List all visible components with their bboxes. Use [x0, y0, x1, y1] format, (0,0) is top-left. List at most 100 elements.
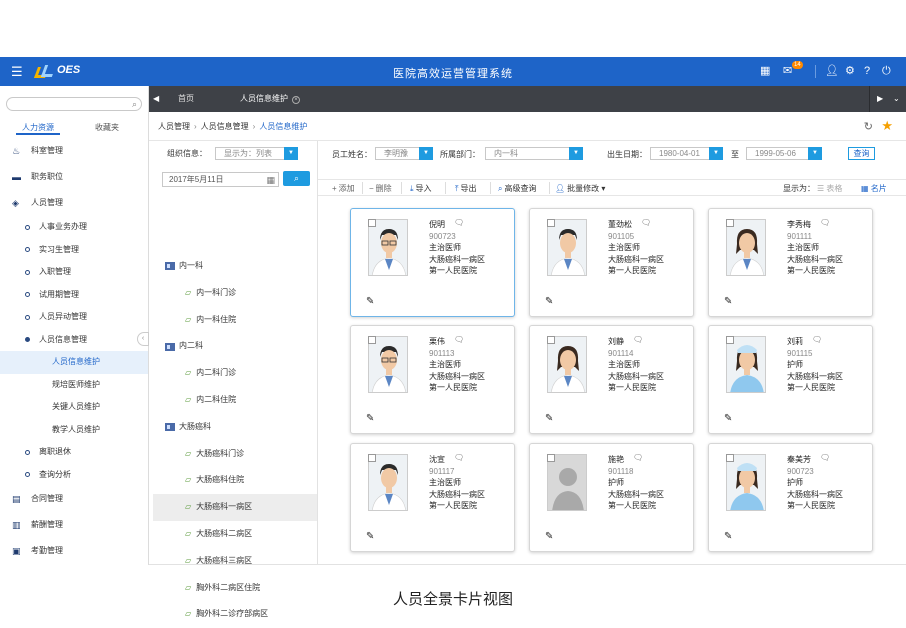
message-icon[interactable]: 🗨︎ [454, 453, 464, 462]
add-button[interactable]: + 添加 [332, 183, 355, 194]
favorite-star-icon[interactable]: ★ [881, 118, 893, 134]
sidebar-sub-transfer[interactable]: 人员异动管理 [0, 306, 148, 329]
edit-icon[interactable]: ✎ [366, 413, 374, 424]
collapse-sidebar-button[interactable]: ‹ [137, 332, 149, 346]
tree-leaf-item[interactable]: ▱ 大肠癌科三病区 [153, 548, 317, 575]
tree-leaf-item[interactable]: ▱ 大肠癌科二病区 [153, 521, 317, 548]
staff-card[interactable]: 倪明 900723 主治医师 大肠癌科一病区 第一人民医院 🗨︎ ✎ [350, 208, 515, 317]
tab-human-resources[interactable]: 人力资源 [22, 122, 54, 133]
tab-home[interactable]: 首页 [178, 86, 194, 112]
edit-icon[interactable]: ✎ [366, 531, 374, 542]
tree-dept-item[interactable]: 内二科 [153, 333, 317, 360]
staff-card[interactable]: 施艳 901118 护师 大肠癌科一病区 第一人民医院 🗨︎ ✎ [529, 443, 694, 552]
sidebar-sub-query[interactable]: 查询分析 [0, 464, 148, 487]
sidebar-sub-intern[interactable]: 实习生管理 [0, 239, 148, 262]
sidebar-item-department[interactable]: ♨ 科室管理 [0, 138, 148, 164]
sidebar-item-personnel[interactable]: ◈ 人员管理 [0, 190, 148, 216]
breadcrumb-item[interactable]: 人员信息管理 [201, 121, 249, 132]
birth-to-field[interactable]: 1999-05-06 ▼ [746, 147, 822, 160]
edit-icon[interactable]: ✎ [545, 296, 553, 307]
message-icon[interactable]: 🗨︎ [633, 335, 643, 344]
import-button[interactable]: ⤓ 导入 [410, 183, 432, 194]
card-checkbox[interactable] [368, 336, 376, 344]
edit-icon[interactable]: ✎ [724, 413, 732, 424]
card-checkbox[interactable] [726, 454, 734, 462]
staff-card[interactable]: 李秀梅 901111 主治医师 大肠癌科一病区 第一人民医院 🗨︎ ✎ [708, 208, 873, 317]
grid-apps-icon[interactable]: ▦ [760, 65, 770, 77]
tree-leaf-item[interactable]: ▱ 内一科门诊 [153, 280, 317, 307]
tree-leaf-item[interactable]: ▱ 内二科门诊 [153, 360, 317, 387]
table-view-toggle[interactable]: ☰ 表格 [817, 183, 842, 194]
staff-card[interactable]: 董劲松 901105 主治医师 大肠癌科一病区 第一人民医院 🗨︎ ✎ [529, 208, 694, 317]
delete-button[interactable]: − 删除 [369, 183, 392, 194]
card-checkbox[interactable] [726, 219, 734, 227]
card-view-toggle[interactable]: ▦ 名片 [861, 183, 887, 194]
sidebar-leaf-info-maintain[interactable]: 人员信息维护 [0, 351, 148, 374]
close-tab-icon[interactable]: × [292, 96, 300, 104]
edit-icon[interactable]: ✎ [366, 296, 374, 307]
tree-search-button[interactable]: ⌕ [283, 171, 310, 186]
user-icon[interactable]: 👤︎ [825, 65, 839, 77]
calendar-icon[interactable]: ▦ [266, 174, 275, 187]
tree-dept-item[interactable]: 内一科 [153, 253, 317, 280]
edit-icon[interactable]: ✎ [545, 413, 553, 424]
tab-scroll-right-icon[interactable]: ▶ [877, 94, 883, 103]
sidebar-sub-probation[interactable]: 试用期管理 [0, 284, 148, 307]
card-checkbox[interactable] [726, 336, 734, 344]
sidebar-leaf-teaching[interactable]: 教学人员维护 [0, 419, 148, 442]
card-checkbox[interactable] [368, 454, 376, 462]
tree-leaf-item[interactable]: ▱ 大肠癌科住院 [153, 467, 317, 494]
tab-favorites[interactable]: 收藏夹 [95, 122, 119, 133]
power-icon[interactable]: ⏻ [882, 65, 891, 77]
staff-card[interactable]: 栗伟 901113 主治医师 大肠癌科一病区 第一人民医院 🗨︎ ✎ [350, 325, 515, 434]
card-checkbox[interactable] [547, 454, 555, 462]
sidebar-sub-personnel-info[interactable]: 人员信息管理 [0, 329, 148, 352]
tree-leaf-item-selected[interactable]: ▱ 大肠癌科一病区 [153, 494, 317, 521]
staff-card[interactable]: 秦美芳 900723 护师 大肠癌科一病区 第一人民医院 🗨︎ ✎ [708, 443, 873, 552]
message-icon[interactable]: 🗨︎ [633, 453, 643, 462]
sidebar-leaf-key-staff[interactable]: 关键人员维护 [0, 396, 148, 419]
sidebar-sub-onboarding[interactable]: 入职管理 [0, 261, 148, 284]
sidebar-search-input[interactable]: ⌕ [6, 97, 142, 111]
refresh-icon[interactable]: ↻ [864, 120, 873, 133]
gear-icon[interactable]: ⚙ [845, 65, 855, 77]
search-icon[interactable]: ⌕ [132, 99, 137, 110]
message-icon[interactable]: 🗨︎ [812, 335, 822, 344]
card-checkbox[interactable] [368, 219, 376, 227]
card-checkbox[interactable] [547, 219, 555, 227]
sidebar-item-salary[interactable]: ▥ 薪酬管理 [0, 512, 148, 538]
message-icon[interactable]: 🗨︎ [820, 453, 830, 462]
tree-dept-item[interactable]: 大肠癌科 [153, 414, 317, 441]
sidebar-sub-hr-business[interactable]: 人事业务办理 [0, 216, 148, 239]
date-field[interactable]: 2017年5月11日 ▦ [162, 172, 279, 187]
tab-menu-chevron-icon[interactable]: ⌄ [893, 94, 900, 103]
query-button[interactable]: 查询 [848, 147, 875, 160]
breadcrumb-item[interactable]: 人员管理 [158, 121, 190, 132]
edit-icon[interactable]: ✎ [545, 531, 553, 542]
sidebar-item-positions[interactable]: ▬ 职务职位 [0, 164, 148, 190]
message-icon[interactable]: 🗨︎ [820, 218, 830, 227]
tree-leaf-item[interactable]: ▱ 内二科住院 [153, 387, 317, 414]
message-icon[interactable]: ✉ [783, 65, 792, 77]
help-icon[interactable]: ? [864, 65, 870, 77]
message-icon[interactable]: 🗨︎ [454, 218, 464, 227]
tree-leaf-item[interactable]: ▱ 内一科住院 [153, 307, 317, 334]
edit-icon[interactable]: ✎ [724, 531, 732, 542]
sidebar-item-attendance[interactable]: ▣ 考勤管理 [0, 538, 148, 564]
display-mode-select[interactable]: 显示为：列表 ▼ [215, 147, 298, 160]
edit-icon[interactable]: ✎ [724, 296, 732, 307]
sidebar-leaf-resident[interactable]: 规培医师维护 [0, 374, 148, 397]
employee-name-field[interactable]: 李明豫 ▼ [375, 147, 433, 160]
sidebar-item-contract[interactable]: ▤ 合同管理 [0, 486, 148, 512]
sidebar-sub-retirement[interactable]: 离职退休 [0, 441, 148, 464]
staff-card[interactable]: 刘静 901114 主治医师 大肠癌科一病区 第一人民医院 🗨︎ ✎ [529, 325, 694, 434]
message-icon[interactable]: 🗨︎ [454, 335, 464, 344]
tree-leaf-item[interactable]: ▱ 大肠癌科门诊 [153, 441, 317, 468]
tab-info-maintain[interactable]: 人员信息维护 × [240, 86, 300, 112]
tab-scroll-left-icon[interactable]: ◀ [153, 94, 159, 103]
birth-from-field[interactable]: 1980-04-01 ▼ [650, 147, 723, 160]
advanced-query-button[interactable]: ⌕ 高级查询 [498, 183, 536, 194]
department-select[interactable]: 内一科 ▼ [485, 147, 583, 160]
message-icon[interactable]: 🗨︎ [641, 218, 651, 227]
card-checkbox[interactable] [547, 336, 555, 344]
